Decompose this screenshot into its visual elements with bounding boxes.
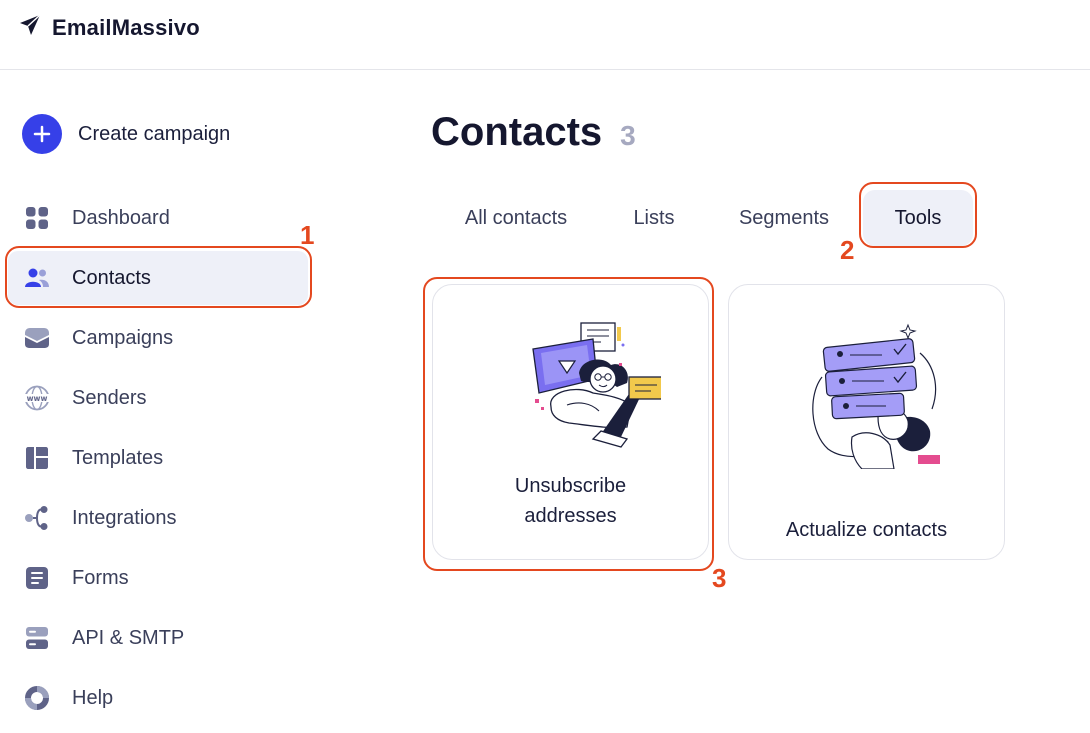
svg-text:www: www [27, 394, 48, 403]
card-title-line-1: Unsubscribe [514, 475, 627, 497]
sidebar-item-contacts[interactable]: Contacts [8, 251, 308, 305]
page-title: Contacts [431, 110, 603, 154]
sidebar-item-integrations[interactable]: Integrations [8, 491, 308, 545]
app-header: EmailMassivo [0, 0, 1090, 70]
integrations-icon [24, 505, 50, 531]
actualize-contacts-card[interactable]: Actualize contacts [728, 284, 1005, 560]
tab-segments[interactable]: Segments [718, 190, 850, 246]
card-title: Actualize contacts [785, 519, 948, 541]
sidebar-item-dashboard[interactable]: Dashboard [8, 191, 308, 245]
callout-number: 2 [840, 235, 855, 265]
templates-icon [24, 445, 50, 471]
unsubscribe-addresses-card[interactable]: Unsubscribe addresses [432, 284, 709, 560]
sidebar-item-label: Templates [72, 446, 164, 469]
sidebar-item-label: Dashboard [72, 206, 170, 229]
dashboard-icon [24, 205, 50, 231]
contacts-icon [24, 265, 50, 291]
person-with-laptop-illustration [481, 321, 664, 466]
sidebar-item-api-smtp[interactable]: API & SMTP [8, 611, 308, 665]
main-content: Contacts 3 All contacts Lists Segments T… [330, 70, 1090, 733]
www-icon: www [24, 385, 50, 411]
app-name: EmailMassivo [52, 14, 200, 40]
person-with-contact-cards-illustration [782, 321, 952, 474]
paper-plane-icon [18, 13, 42, 42]
help-icon [24, 685, 50, 711]
sidebar-item-label: Forms [72, 566, 129, 589]
campaigns-icon [24, 325, 50, 351]
app-logo[interactable]: EmailMassivo [18, 13, 200, 42]
sidebar-item-templates[interactable]: Templates [8, 431, 308, 485]
sidebar-item-campaigns[interactable]: Campaigns [8, 311, 308, 365]
sidebar-item-label: Campaigns [72, 326, 174, 349]
contacts-count: 3 [620, 120, 636, 151]
sidebar-item-forms[interactable]: Forms [8, 551, 308, 605]
sidebar-item-label: Help [72, 686, 114, 709]
sidebar: Create campaign Dashboard Contacts Campa… [0, 70, 330, 733]
create-campaign-label: Create campaign [78, 122, 231, 145]
create-campaign-button[interactable]: Create campaign [22, 114, 230, 154]
sidebar-item-help[interactable]: Help [8, 671, 308, 725]
page-header: Contacts 3 [431, 110, 636, 155]
forms-icon [24, 565, 50, 591]
card-title: Unsubscribe addresses [433, 471, 708, 531]
sidebar-item-label: Senders [72, 386, 147, 409]
plus-icon [22, 114, 62, 154]
tab-lists[interactable]: Lists [613, 190, 695, 246]
callout-number: 3 [712, 563, 727, 593]
sidebar-item-label: Contacts [72, 266, 151, 289]
sidebar-item-label: Integrations [72, 506, 177, 529]
callout-number: 1 [300, 220, 315, 250]
sidebar-item-senders[interactable]: www Senders [8, 371, 308, 425]
sidebar-item-label: API & SMTP [72, 626, 185, 649]
card-title-line-2: addresses [524, 505, 617, 527]
tab-all-contacts[interactable]: All contacts [438, 190, 594, 246]
tab-tools[interactable]: Tools [863, 190, 973, 246]
server-icon [24, 625, 50, 651]
